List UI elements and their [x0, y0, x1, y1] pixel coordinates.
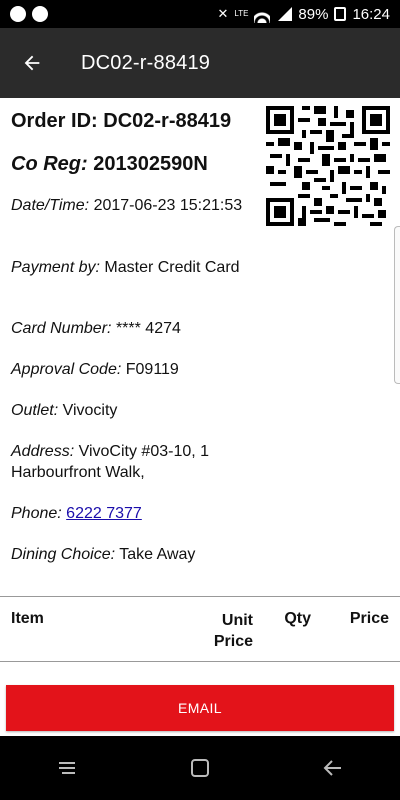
address-label: Address:: [11, 443, 75, 460]
recent-apps-icon: [58, 762, 75, 774]
battery-text: 89%: [298, 5, 329, 23]
order-id-label: Order ID:: [11, 110, 98, 132]
qr-code-icon: [266, 106, 390, 226]
card-number-label: Card Number:: [11, 320, 112, 337]
col-unit-price: Unit Price: [190, 610, 253, 652]
approval-code-value: F09119: [125, 361, 179, 378]
email-bar: EMAIL: [0, 680, 400, 736]
address-field: Address: VivoCity #03-10, 1 Harbourfront…: [11, 441, 241, 483]
col-unit-price-line1: Unit: [221, 612, 253, 629]
clock: 16:24: [352, 5, 390, 23]
table-header: Item Unit Price Qty Price: [0, 608, 400, 662]
whatsapp-icon: [10, 6, 26, 22]
col-item: Item: [11, 610, 44, 627]
dining-choice-value: Take Away: [119, 546, 196, 563]
payment-field: Payment by: Master Credit Card: [11, 257, 261, 278]
dining-choice-label: Dining Choice:: [11, 546, 116, 563]
home-icon: [190, 759, 209, 777]
back-icon: [323, 760, 342, 776]
divider: [0, 596, 400, 597]
system-nav-bar: [0, 736, 400, 800]
recent-apps-button[interactable]: [37, 748, 97, 788]
dining-choice-field: Dining Choice: Take Away: [11, 544, 391, 565]
order-id-value: DC02-r-88419: [103, 110, 232, 132]
phone-field: Phone: 6222 7377: [11, 503, 391, 524]
app-notification-icon: [32, 6, 48, 22]
col-unit-price-line2: Price: [213, 633, 253, 650]
payment-value: Master Credit Card: [104, 259, 240, 276]
col-qty: Qty: [284, 610, 311, 627]
page-title: DC02-r-88419: [81, 51, 211, 74]
edge-panel-handle[interactable]: [394, 226, 400, 384]
battery-icon: [334, 7, 347, 21]
signal-icon: [276, 7, 293, 21]
card-number-field: Card Number: **** 4274: [11, 318, 261, 339]
datetime-value: 2017-06-23 15:21:53: [93, 197, 243, 214]
status-right: ✕ LTE 89% 16:24: [217, 6, 390, 23]
arrow-left-icon: [24, 55, 40, 71]
phone-link[interactable]: 6222 7377: [66, 505, 142, 522]
phone-label: Phone:: [11, 505, 62, 522]
company-registration: Co Reg: 201302590N: [11, 153, 208, 176]
approval-code-label: Approval Code:: [11, 361, 122, 378]
co-reg-value: 201302590N: [93, 153, 208, 175]
wifi-icon: [254, 7, 271, 23]
divider: [0, 661, 400, 662]
outlet-value: Vivocity: [62, 402, 118, 419]
status-left: [10, 6, 48, 22]
approval-code-field: Approval Code: F09119: [11, 359, 261, 380]
datetime-field: Date/Time: 2017-06-23 15:21:53: [11, 195, 261, 216]
outlet-field: Outlet: Vivocity: [11, 400, 261, 421]
volte-lte-icon: LTE: [234, 9, 249, 18]
card-number-value: **** 4274: [115, 320, 181, 337]
co-reg-label: Co Reg:: [11, 153, 88, 175]
datetime-label: Date/Time:: [11, 197, 90, 214]
mute-icon: ✕: [217, 6, 229, 21]
status-bar: ✕ LTE 89% 16:24: [0, 0, 400, 28]
back-button[interactable]: [0, 28, 64, 98]
outlet-label: Outlet:: [11, 402, 59, 419]
payment-label: Payment by:: [11, 259, 100, 276]
receipt-content[interactable]: Order ID: DC02-r-88419 Co Reg: 201302590…: [0, 98, 400, 680]
email-button[interactable]: EMAIL: [6, 685, 394, 731]
app-bar: DC02-r-88419: [0, 28, 400, 98]
home-button[interactable]: [170, 748, 230, 788]
col-price: Price: [349, 610, 389, 627]
system-back-button[interactable]: [303, 748, 363, 788]
order-id: Order ID: DC02-r-88419: [11, 110, 231, 133]
